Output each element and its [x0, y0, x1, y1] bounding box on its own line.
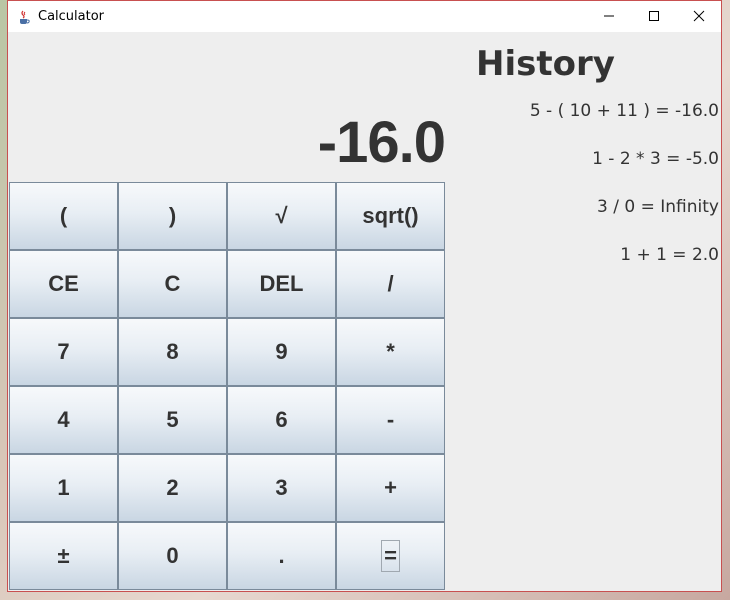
key-0[interactable]: 0 — [118, 522, 227, 590]
key-label: C — [164, 271, 181, 296]
key-label: 4 — [57, 407, 70, 432]
key-4[interactable]: 4 — [9, 386, 118, 454]
key-label: 1 — [57, 475, 70, 500]
key-label: + — [384, 475, 397, 500]
key-7[interactable]: 7 — [9, 318, 118, 386]
java-coffee-icon — [16, 9, 32, 25]
key-label: 0 — [166, 543, 179, 568]
history-title: History — [476, 44, 615, 84]
history-item[interactable]: 1 - 2 * 3 = -5.0 — [530, 146, 719, 194]
key-divide[interactable]: / — [336, 250, 445, 318]
key-label: / — [387, 271, 394, 296]
window-title: Calculator — [38, 9, 105, 24]
window-controls — [586, 1, 721, 32]
display-value: -16.0 — [317, 110, 446, 175]
minimize-icon — [603, 7, 615, 26]
key-equals[interactable]: = — [336, 522, 445, 590]
key-6[interactable]: 6 — [227, 386, 336, 454]
key-label: 9 — [275, 339, 288, 364]
key-label: 6 — [275, 407, 288, 432]
history-item[interactable]: 5 - ( 10 + 11 ) = -16.0 — [530, 98, 719, 146]
key-label: 3 — [275, 475, 288, 500]
key-delete[interactable]: DEL — [227, 250, 336, 318]
key-2[interactable]: 2 — [118, 454, 227, 522]
key-label: = — [381, 540, 400, 572]
history-panel: History 5 - ( 10 + 11 ) = -16.0 1 - 2 * … — [448, 32, 723, 592]
calculator-window: Calculator -16.0 ( ) √ sqrt() CE C DEL /… — [7, 0, 722, 592]
key-label: √ — [275, 203, 288, 228]
key-label: DEL — [259, 271, 304, 296]
key-open-paren[interactable]: ( — [9, 182, 118, 250]
maximize-button[interactable] — [631, 1, 676, 32]
history-item[interactable]: 1 + 1 = 2.0 — [530, 242, 719, 290]
key-label: sqrt() — [362, 203, 419, 228]
key-subtract[interactable]: - — [336, 386, 445, 454]
key-label: 7 — [57, 339, 70, 364]
key-close-paren[interactable]: ) — [118, 182, 227, 250]
key-label: 2 — [166, 475, 179, 500]
key-label: ) — [168, 203, 177, 228]
keypad: ( ) √ sqrt() CE C DEL / 7 8 9 * 4 5 6 - … — [9, 182, 445, 590]
key-label: 8 — [166, 339, 179, 364]
key-8[interactable]: 8 — [118, 318, 227, 386]
key-1[interactable]: 1 — [9, 454, 118, 522]
minimize-button[interactable] — [586, 1, 631, 32]
key-multiply[interactable]: * — [336, 318, 445, 386]
key-add[interactable]: + — [336, 454, 445, 522]
key-decimal[interactable]: . — [227, 522, 336, 590]
close-button[interactable] — [676, 1, 721, 32]
key-sqrt-function[interactable]: sqrt() — [336, 182, 445, 250]
close-icon — [693, 7, 705, 26]
key-label: ± — [57, 543, 70, 568]
maximize-icon — [648, 7, 660, 26]
history-list: 5 - ( 10 + 11 ) = -16.0 1 - 2 * 3 = -5.0… — [530, 98, 719, 290]
key-3[interactable]: 3 — [227, 454, 336, 522]
key-clear-entry[interactable]: CE — [9, 250, 118, 318]
key-clear[interactable]: C — [118, 250, 227, 318]
key-label: CE — [48, 271, 79, 296]
key-label: 5 — [166, 407, 179, 432]
history-item[interactable]: 3 / 0 = Infinity — [530, 194, 719, 242]
key-9[interactable]: 9 — [227, 318, 336, 386]
key-plus-minus[interactable]: ± — [9, 522, 118, 590]
result-display: -16.0 — [8, 32, 446, 182]
key-label: - — [386, 407, 395, 432]
key-label: . — [278, 543, 285, 568]
key-5[interactable]: 5 — [118, 386, 227, 454]
title-bar[interactable]: Calculator — [8, 1, 721, 32]
key-label: ( — [59, 203, 68, 228]
key-sqrt-symbol[interactable]: √ — [227, 182, 336, 250]
key-label: * — [386, 339, 395, 364]
